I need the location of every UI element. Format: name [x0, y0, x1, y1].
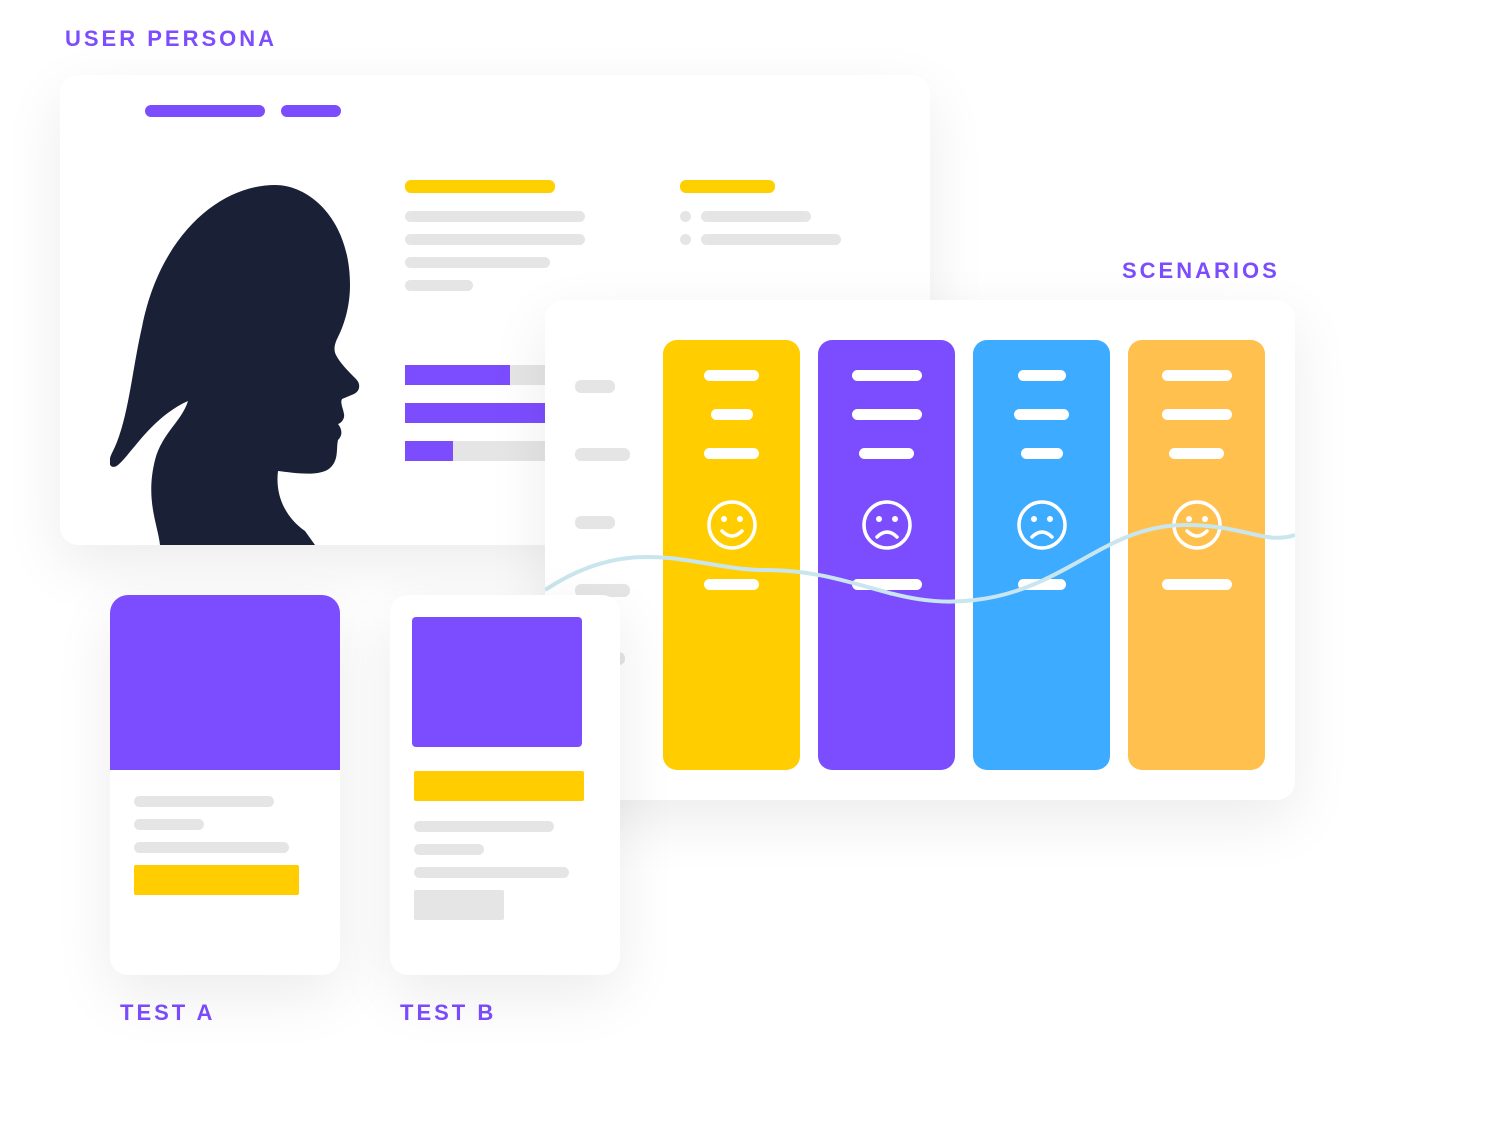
text-placeholder	[414, 821, 554, 832]
placeholder-pill	[1014, 409, 1069, 420]
persona-title-placeholder	[145, 105, 341, 117]
sad-face-icon	[861, 499, 913, 551]
test-a-label: TEST A	[120, 1000, 215, 1026]
scenario-column-2	[818, 340, 955, 770]
text-placeholder	[575, 380, 615, 393]
secondary-button[interactable]	[414, 890, 504, 920]
text-placeholder	[405, 234, 585, 245]
scenarios-card	[545, 300, 1295, 800]
text-placeholder	[414, 867, 569, 878]
section-heading-placeholder	[680, 180, 775, 193]
cta-button[interactable]	[134, 865, 299, 895]
placeholder-bar	[281, 105, 341, 117]
text-placeholder	[575, 448, 630, 461]
text-placeholder	[405, 211, 585, 222]
placeholder-pill	[852, 409, 922, 420]
placeholder-pill	[1162, 579, 1232, 590]
test-body	[110, 770, 340, 917]
placeholder-pill	[1018, 579, 1066, 590]
placeholder-pill	[852, 579, 922, 590]
text-placeholder	[701, 234, 841, 245]
placeholder-pill	[1162, 409, 1232, 420]
placeholder-pill	[859, 448, 914, 459]
sad-face-icon	[1016, 499, 1068, 551]
cta-button[interactable]	[414, 771, 584, 801]
happy-face-icon	[1171, 499, 1223, 551]
text-placeholder	[414, 844, 484, 855]
placeholder-pill	[1021, 448, 1063, 459]
test-thumbnail	[110, 595, 340, 770]
placeholder-pill	[1169, 448, 1224, 459]
user-persona-label: USER PERSONA	[65, 26, 277, 52]
test-body	[390, 757, 620, 942]
scenarios-label: SCENARIOS	[1122, 258, 1280, 284]
placeholder-pill	[852, 370, 922, 381]
persona-mid-column	[405, 180, 635, 303]
scenario-column-4	[1128, 340, 1265, 770]
text-placeholder	[405, 257, 550, 268]
persona-right-column	[680, 180, 900, 257]
bullet-icon	[680, 234, 691, 245]
text-placeholder	[701, 211, 811, 222]
text-placeholder	[134, 819, 204, 830]
happy-face-icon	[706, 499, 758, 551]
test-b-label: TEST B	[400, 1000, 496, 1026]
placeholder-pill	[711, 409, 753, 420]
bullet-item	[680, 211, 900, 222]
placeholder-pill	[704, 370, 759, 381]
progress-fill	[405, 403, 557, 423]
placeholder-pill	[1162, 370, 1232, 381]
progress-fill	[405, 441, 453, 461]
bullet-item	[680, 234, 900, 245]
placeholder-bar	[145, 105, 265, 117]
scenario-column-3	[973, 340, 1110, 770]
text-placeholder	[134, 842, 289, 853]
test-thumbnail	[412, 617, 582, 747]
placeholder-pill	[704, 448, 759, 459]
text-placeholder	[134, 796, 274, 807]
progress-fill	[405, 365, 510, 385]
section-heading-placeholder	[405, 180, 555, 193]
bullet-icon	[680, 211, 691, 222]
text-placeholder	[405, 280, 473, 291]
persona-silhouette-icon	[110, 165, 380, 545]
placeholder-pill	[1018, 370, 1066, 381]
placeholder-pill	[704, 579, 759, 590]
text-placeholder	[575, 516, 615, 529]
test-card-b	[390, 595, 620, 975]
scenario-column-1	[663, 340, 800, 770]
test-card-a	[110, 595, 340, 975]
